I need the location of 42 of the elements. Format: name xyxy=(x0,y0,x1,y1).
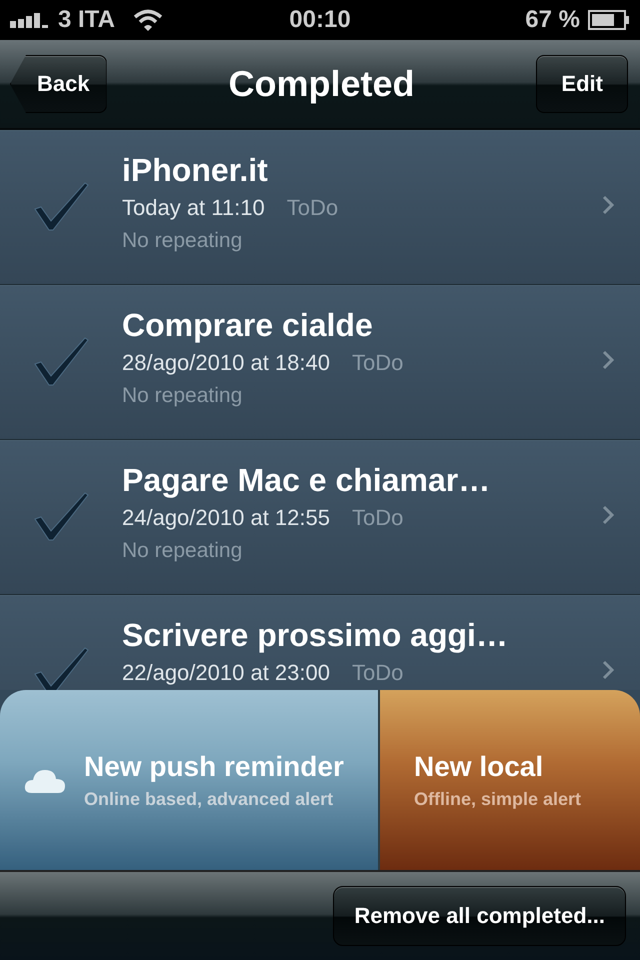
reminder-date: Today at 11:10 xyxy=(122,194,265,222)
reminder-row[interactable]: Pagare Mac e chiamar… 24/ago/2010 at 12:55 ToDo No repeating xyxy=(0,440,640,595)
reminder-row[interactable]: iPhoner.it Today at 11:10 ToDo No repeating xyxy=(0,130,640,285)
clock-time: 00:10 xyxy=(289,6,351,33)
reminder-list: ToDo xyxy=(352,348,404,378)
action-title: New push reminder xyxy=(84,750,344,782)
back-button[interactable]: Back xyxy=(10,55,107,113)
reminder-repeat: No repeating xyxy=(122,228,244,254)
remove-all-completed-button[interactable]: Remove all completed... xyxy=(333,886,626,946)
battery-percent: 67 % xyxy=(525,6,580,34)
reminder-title: Comprare cialde xyxy=(122,306,374,345)
reminder-title: Pagare Mac e chiamar… xyxy=(122,461,490,500)
screen-title: Completed xyxy=(228,63,415,105)
wifi-icon xyxy=(132,9,163,31)
chevron-icon xyxy=(602,505,614,525)
edit-button[interactable]: Edit xyxy=(536,55,628,113)
carrier-name: 3 ITA xyxy=(58,6,115,34)
reminder-list: ToDo xyxy=(352,503,404,533)
battery-icon xyxy=(588,10,630,30)
action-title: New local xyxy=(414,750,544,782)
action-subtitle: Offline, simple alert xyxy=(414,788,582,810)
new-local-button[interactable]: New local Offline, simple alert xyxy=(380,690,640,870)
reminder-row[interactable]: Scrivere prossimo aggi… 22/ago/2010 at 23:00 ToDo xyxy=(0,595,640,690)
chevron-icon xyxy=(602,660,614,680)
action-subtitle: Online based, advanced alert xyxy=(84,788,334,810)
reminder-row[interactable]: Comprare cialde 28/ago/2010 at 18:40 ToDo No repeating xyxy=(0,285,640,440)
signal-icon xyxy=(10,12,50,28)
checkmark-icon[interactable] xyxy=(33,646,89,690)
reminder-list: ToDo xyxy=(286,193,338,223)
checkmark-icon[interactable] xyxy=(33,491,89,541)
checkmark-icon[interactable] xyxy=(33,181,89,231)
chevron-icon xyxy=(602,195,614,215)
reminder-title: Scrivere prossimo aggi… xyxy=(122,616,508,655)
chevron-icon xyxy=(602,350,614,370)
reminder-date: 28/ago/2010 at 18:40 xyxy=(122,349,330,377)
checkmark-icon[interactable] xyxy=(33,336,89,386)
reminder-repeat: No repeating xyxy=(122,538,244,564)
reminder-date: 24/ago/2010 at 12:55 xyxy=(122,504,330,532)
reminder-title: iPhoner.it xyxy=(122,151,269,190)
reminder-date: 22/ago/2010 at 23:00 xyxy=(122,659,330,687)
reminder-list: ToDo xyxy=(352,658,404,688)
reminder-repeat: No repeating xyxy=(122,383,244,409)
